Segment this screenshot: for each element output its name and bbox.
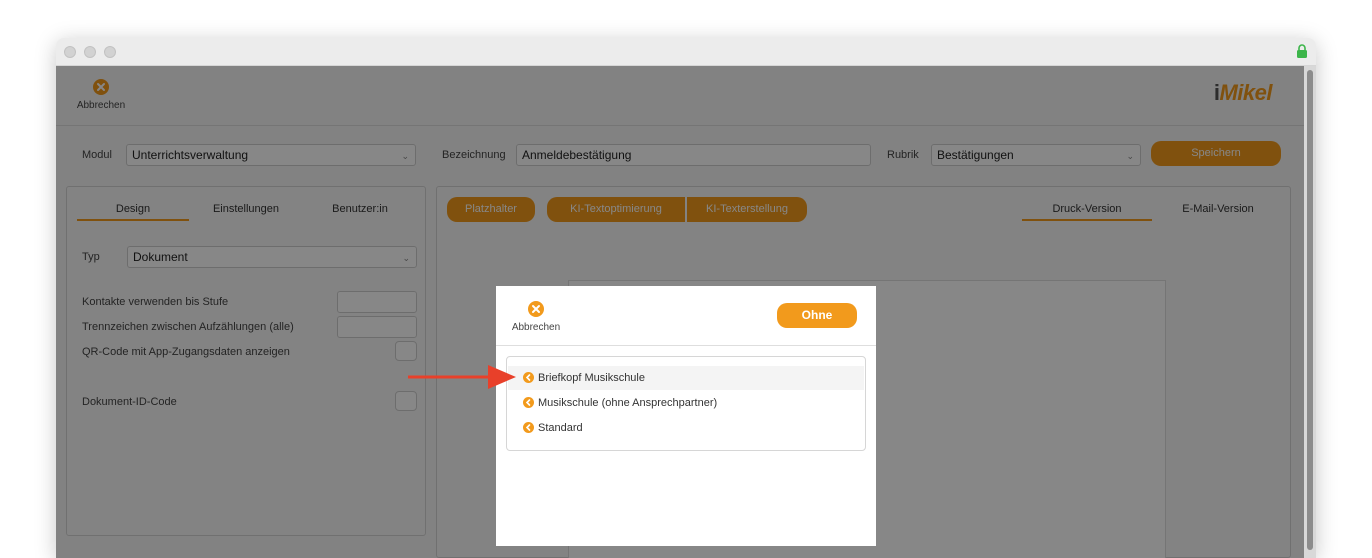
arrow-left-circle-icon [523, 422, 534, 433]
list-item[interactable]: Musikschule (ohne Ansprechpartner) [508, 391, 864, 415]
title-bar [56, 38, 1316, 66]
x-circle-icon [528, 301, 544, 317]
arrow-left-circle-icon [523, 397, 534, 408]
letterhead-list: Briefkopf Musikschule Musikschule (ohne … [506, 356, 866, 451]
letterhead-picker-dialog: Abbrechen Ohne Briefkopf Musikschule Mus… [496, 286, 876, 546]
red-arrow-annotation [408, 365, 516, 389]
list-item[interactable]: Standard [508, 416, 864, 440]
lock-icon [1297, 44, 1307, 58]
dialog-cancel-label: Abbrechen [511, 322, 561, 333]
dialog-cancel-button[interactable]: Abbrechen [510, 300, 562, 333]
close-window-button[interactable] [64, 46, 76, 58]
minimize-window-button[interactable] [84, 46, 96, 58]
scrollbar[interactable] [1304, 66, 1316, 558]
dialog-header: Abbrechen Ohne [496, 286, 876, 346]
list-item[interactable]: Briefkopf Musikschule [508, 366, 864, 390]
arrow-left-circle-icon [523, 372, 534, 383]
list-item-label: Musikschule (ohne Ansprechpartner) [538, 397, 718, 409]
list-item-label: Standard [538, 422, 583, 434]
ohne-button[interactable]: Ohne [777, 303, 857, 328]
scrollbar-thumb[interactable] [1307, 70, 1313, 550]
list-item-label: Briefkopf Musikschule [538, 372, 645, 384]
maximize-window-button[interactable] [104, 46, 116, 58]
